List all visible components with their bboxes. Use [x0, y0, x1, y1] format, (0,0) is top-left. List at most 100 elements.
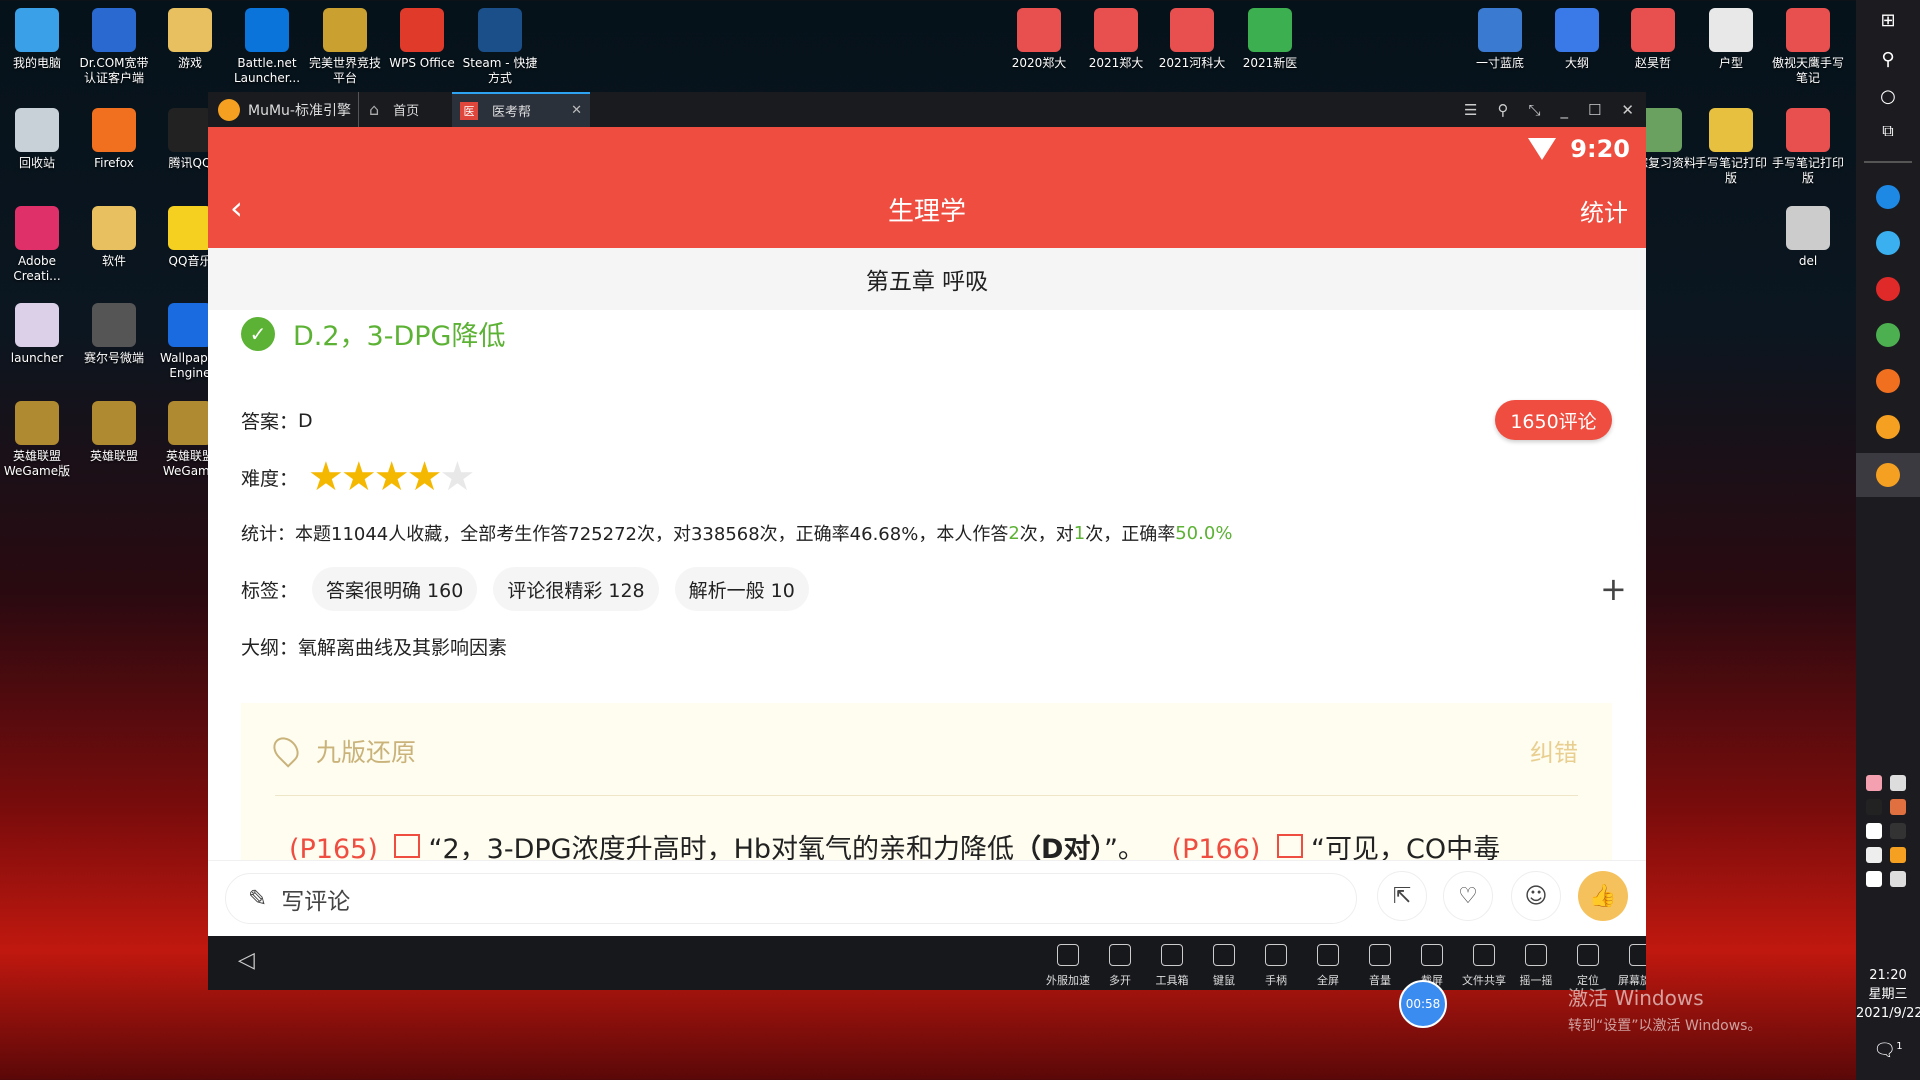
ie-icon[interactable] — [1876, 231, 1900, 255]
desktop-icon[interactable]: Dr.COM宽带认证客户端 — [74, 8, 154, 86]
nav-tool-button[interactable]: 音量 — [1354, 942, 1406, 988]
desktop-icon[interactable]: 英雄联盟WeGame版 — [0, 401, 77, 479]
mumu-app-tab[interactable]: MuMu-标准引擎 — [218, 92, 351, 127]
notification-button[interactable]: 🗨1 — [1856, 1040, 1920, 1061]
desktop-icon[interactable]: launcher — [0, 303, 77, 366]
desktop-icon[interactable]: del — [1768, 206, 1848, 269]
desktop-icon[interactable]: Battle.net Launcher... — [227, 8, 307, 86]
close-tab-icon[interactable]: ✕ — [571, 103, 582, 118]
image-icon[interactable] — [394, 834, 421, 858]
image-icon[interactable] — [1277, 834, 1304, 858]
desktop-icon[interactable]: 2020郑大 — [999, 8, 1079, 71]
comment-input[interactable]: ✎ 写评论 — [225, 873, 1357, 924]
tray-icon[interactable] — [1866, 799, 1882, 815]
nav-tool-button[interactable]: 工具箱 — [1146, 942, 1198, 988]
desktop-icon[interactable]: 一寸蓝底 — [1460, 8, 1540, 71]
desktop-icon[interactable]: 赵昊哲 — [1613, 8, 1693, 71]
android-back-button[interactable]: ◁ — [238, 948, 255, 973]
lol-icon — [15, 401, 59, 445]
my-rate: 50.0% — [1175, 522, 1233, 544]
desktop-icon[interactable]: 大纲 — [1537, 8, 1617, 71]
desktop-icon[interactable]: 赛尔号微端 — [74, 303, 154, 366]
close-icon[interactable]: ✕ — [1621, 101, 1634, 119]
desktop-icon[interactable]: WPS Office — [382, 8, 462, 71]
pin-icon[interactable]: ⚲ — [1497, 101, 1508, 119]
nav-tool-button[interactable]: 多开 — [1094, 942, 1146, 988]
tray-icon[interactable] — [1866, 823, 1882, 839]
maximize-icon[interactable]: ☐ — [1588, 101, 1601, 119]
desktop-icon[interactable]: 回收站 — [0, 108, 77, 171]
nav-tool-button[interactable]: 文件共享 — [1458, 942, 1510, 988]
chrome-icon[interactable] — [1876, 323, 1900, 347]
like-button[interactable]: 👍 — [1578, 871, 1628, 921]
nav-tool-button[interactable]: 外服加速 — [1042, 942, 1094, 988]
tag-chip[interactable]: 答案很明确 160 — [312, 567, 478, 611]
desktop-icon[interactable]: 软件 — [74, 206, 154, 269]
desktop-icon[interactable]: 2021新医 — [1230, 8, 1310, 71]
tray-icon[interactable] — [1866, 775, 1882, 791]
tray-icon[interactable] — [1866, 847, 1882, 863]
desktop-icon[interactable]: 2021郑大 — [1076, 8, 1156, 71]
desktop-icon[interactable]: 手写笔记打印版 — [1768, 108, 1848, 186]
nav-tool-button[interactable]: 摇一摇 — [1510, 942, 1562, 988]
tray-icon[interactable] — [1866, 871, 1882, 887]
add-tag-icon[interactable]: + — [1600, 570, 1627, 608]
nav-tool-button[interactable]: 全屏 — [1302, 942, 1354, 988]
cortana-button[interactable]: ○ — [1856, 86, 1920, 107]
desktop-icon[interactable]: 傲视天鹰手写笔记 — [1768, 8, 1848, 86]
qq-icon — [168, 108, 212, 152]
tray-icon[interactable] — [1890, 823, 1906, 839]
start-button[interactable]: ⊞ — [1856, 10, 1920, 31]
image-icon — [1709, 8, 1753, 52]
recording-timer[interactable]: 00:58 — [1399, 980, 1447, 1028]
nav-tool-button[interactable]: 手柄 — [1250, 942, 1302, 988]
task-view-button[interactable]: ⧉ — [1856, 121, 1920, 141]
desktop-icon[interactable]: 2021河科大 — [1152, 8, 1232, 71]
netease-music-icon[interactable] — [1876, 277, 1900, 301]
tool-icon — [1213, 944, 1235, 966]
tag-chip[interactable]: 评论很精彩 128 — [493, 567, 659, 611]
search-button[interactable]: ⚲ — [1856, 49, 1920, 70]
tray-icon[interactable] — [1890, 871, 1906, 887]
tray-icon[interactable] — [1890, 799, 1906, 815]
desktop-icon[interactable]: 完美世界竞技平台 — [305, 8, 385, 86]
desktop-icon[interactable]: 户型 — [1691, 8, 1771, 71]
chapter-title: 第五章 呼吸 — [208, 248, 1646, 310]
nav-tool-button[interactable]: 键鼠 — [1198, 942, 1250, 988]
difficulty-stars: ★★★★★ — [308, 454, 475, 500]
firefox-icon[interactable] — [1876, 369, 1900, 393]
mumu-icon[interactable] — [1876, 415, 1900, 439]
desktop-icon[interactable]: Steam - 快捷方式 — [460, 8, 540, 86]
tool-label: 外服加速 — [1046, 974, 1090, 987]
minimize-icon[interactable]: _ — [1560, 101, 1568, 119]
tab-yikaobang[interactable]: 医 医考帮 ✕ — [452, 92, 590, 127]
stats-button[interactable]: 统计 — [1580, 193, 1628, 228]
share-button[interactable]: ⇱ — [1377, 871, 1427, 921]
tool-label: 音量 — [1369, 974, 1391, 987]
home-tab[interactable]: ⌂ 首页 — [358, 92, 419, 127]
comments-button[interactable]: 1650评论 — [1495, 400, 1612, 440]
adobe-cc-icon — [15, 206, 59, 250]
tool-icon — [1109, 944, 1131, 966]
desktop-icon[interactable]: Firefox — [74, 108, 154, 171]
emoji-button[interactable]: ☺ — [1511, 871, 1561, 921]
desktop-icon-label: launcher — [10, 351, 64, 365]
desktop-icon[interactable]: 英雄联盟 — [74, 401, 154, 464]
tray-icon[interactable] — [1890, 847, 1906, 863]
report-error-button[interactable]: 纠错 — [1530, 733, 1578, 768]
resize-icon[interactable]: ⤡ — [1528, 101, 1540, 119]
pdf-icon — [1094, 8, 1138, 52]
clock[interactable]: 21:20 星期三 2021/9/22 — [1856, 966, 1920, 1023]
window-controls: ☰ ⚲ ⤡ _ ☐ ✕ — [1464, 92, 1634, 127]
tray-icon[interactable] — [1890, 775, 1906, 791]
tool-icon — [1629, 944, 1646, 966]
desktop-icon[interactable]: 手写笔记打印版 — [1691, 108, 1771, 186]
desktop-icon[interactable]: 我的电脑 — [0, 8, 77, 71]
mumu-active-icon[interactable] — [1856, 453, 1920, 497]
desktop-icon[interactable]: Adobe Creati... — [0, 206, 77, 284]
edge-icon[interactable] — [1876, 185, 1900, 209]
desktop-icon[interactable]: 游戏 — [150, 8, 230, 71]
tag-chip[interactable]: 解析一般 10 — [674, 567, 809, 611]
favorite-button[interactable]: ♡ — [1443, 871, 1493, 921]
menu-icon[interactable]: ☰ — [1464, 101, 1477, 119]
